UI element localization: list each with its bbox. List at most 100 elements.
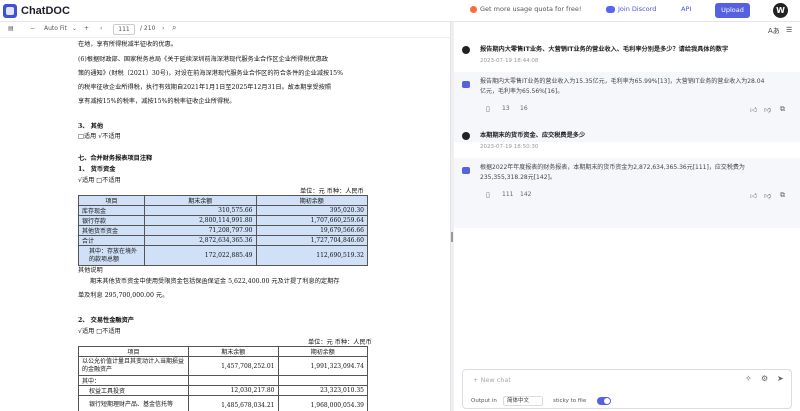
table-cell: 12,030,217.80 — [188, 385, 279, 396]
send-icon[interactable]: ➤ — [777, 374, 784, 383]
discord-icon — [606, 5, 615, 13]
table-cell: 23,323,010.35 — [277, 385, 368, 396]
doc-text: (6)根据财政部、国家税务总局《关于延续深圳前海深港现代服务业合作区企业所得税优… — [78, 56, 329, 63]
table-cell: 银行存款 — [78, 215, 145, 226]
sticky-toggle[interactable] — [597, 397, 611, 405]
page-number-input[interactable]: 111 — [113, 24, 135, 35]
search-icon[interactable]: ⌕ — [172, 23, 176, 33]
question-block: 本期期末的货币资金、应交税费是多少 2023-07-19 18:50:30 — [462, 130, 792, 160]
sticky-label: sticky to file — [553, 398, 587, 404]
table-cell: 395,020.30 — [255, 205, 368, 216]
table-cell: 1,968,000,054.39 — [277, 395, 368, 411]
gift-icon — [470, 5, 477, 13]
unit-label: 单位：元 币种：人民币 — [300, 188, 364, 195]
page-prev-icon[interactable]: ‹ — [100, 25, 102, 32]
table-cell: 310,575.66 — [144, 205, 257, 216]
user-avatar-icon — [462, 46, 470, 54]
reference-link[interactable]: 16 — [520, 105, 528, 112]
logo[interactable]: ChatDOC — [3, 4, 70, 18]
chat-toolbar: Aあ ☰ — [454, 22, 800, 40]
reference-link[interactable]: 142 — [520, 191, 531, 198]
thumbs-down-icon[interactable]: 👎︎ — [764, 191, 771, 200]
question-time: 2023-07-19 18:44:08 — [480, 58, 539, 64]
doc-text: 享有减按15%的税率，减按15%的税率征收企业所得税。 — [78, 98, 236, 105]
doc-text: 单及利息 295,700,000.00 元。 — [78, 292, 169, 299]
copy-icon[interactable]: ⧉ — [780, 191, 785, 200]
zoom-in-icon[interactable]: + — [84, 25, 89, 32]
answer-line: 根据2022年年度报表的财务报表，本期期末的货币资金为2,872,634,365… — [480, 164, 745, 171]
thumbs-up-icon[interactable]: 👍︎ — [750, 191, 757, 200]
question-time: 2023-07-19 18:50:30 — [480, 144, 539, 150]
answer-text: 根据2022年年度报表的财务报表，本期期末的货币资金为2,872,634,365… — [480, 163, 796, 183]
source-icon[interactable]: ▯ — [486, 105, 490, 113]
source-icon[interactable]: ▯ — [486, 191, 490, 199]
output-language-select[interactable]: 简体中文 — [503, 396, 543, 406]
table-cell: 其中：存放在境外的款项总额 — [78, 245, 145, 266]
chatdoc-logo-icon — [3, 4, 17, 18]
answer-block: 根据2022年年度报表的财务报表，本期期末的货币资金为2,872,634,365… — [454, 158, 800, 228]
chat-input[interactable]: + New chat ✧ ⚙ ➤ Output in 简体中文 sticky t… — [462, 369, 792, 409]
quota-link[interactable]: Get more usage quota for free! — [470, 5, 581, 13]
table-header: 期末余额 — [144, 195, 257, 206]
reference-link[interactable]: 13 — [502, 105, 510, 112]
discord-link[interactable]: Join Discord — [606, 5, 656, 13]
page-next-icon[interactable]: › — [162, 25, 164, 32]
chatdoc-answer-icon — [462, 167, 470, 174]
reference-link[interactable]: 111 — [502, 191, 513, 198]
user-avatar-icon — [462, 132, 470, 140]
table-cell: 1,707,660,259.64 — [255, 215, 368, 226]
table-cell — [188, 375, 279, 386]
resize-handle[interactable] — [451, 232, 453, 242]
page-total: / 210 — [140, 25, 156, 32]
section-heading: 2、 交易性金融资产 — [78, 317, 134, 324]
table-row: 银行存款 2,800,114,991.80 1,707,660,259.64 — [78, 215, 368, 226]
chevron-down-icon[interactable]: ⌄ — [72, 25, 77, 32]
document-viewer[interactable]: 在地，享有所得税减半征收的优惠。 (6)根据财政部、国家税务总局《关于延续深圳前… — [0, 38, 450, 411]
checkbox-text: □适用 √不适用 — [78, 133, 121, 140]
section-heading: 七、合并财务报表项目注释 — [78, 155, 153, 162]
table-cell: 以公允价值计量且其变动计入当期损益的金融资产 — [78, 356, 189, 376]
settings-icon[interactable]: ⚙ — [761, 374, 768, 383]
menu-icon[interactable]: ☰ — [786, 26, 792, 34]
thumbs-up-icon[interactable]: 👍︎ — [750, 105, 757, 114]
chatdoc-answer-icon — [462, 81, 470, 88]
thumbs-down-icon[interactable]: 👎︎ — [764, 105, 771, 114]
doc-text: 在地，享有所得税减半征收的优惠。 — [78, 41, 177, 48]
trading-assets-table: 项目 期末余额 期初余额 以公允价值计量且其变动计入当期损益的金融资产 1,457,7… — [78, 346, 368, 411]
file-icon[interactable]: ▤ — [8, 25, 14, 32]
table-row: 其中： — [78, 375, 368, 386]
table-cell: 合计 — [78, 235, 145, 246]
table-header: 期初余额 — [277, 346, 368, 357]
table-header: 项目 — [78, 346, 189, 357]
upload-button[interactable]: Upload — [715, 3, 750, 18]
quota-text: Get more usage quota for free! — [480, 5, 582, 13]
question-text: 报告期内大零售IT业务、大营销IT业务的营业收入、毛利率分别是多少？请给我具体的… — [480, 46, 729, 53]
question-text: 本期期末的货币资金、应交税费是多少 — [480, 132, 586, 139]
table-cell: 1,991,323,094.74 — [277, 356, 368, 376]
table-cell: 库存现金 — [78, 205, 145, 216]
table-row: 合计 2,872,634,365.36 1,727,704,846.60 — [78, 235, 368, 246]
answer-line: 235,355,318.28元[142]。 — [480, 174, 556, 181]
table-cell: 1,457,708,252.01 — [188, 356, 279, 376]
table-cell: 2,872,634,365.36 — [144, 235, 257, 246]
table-header: 期初余额 — [255, 195, 368, 206]
section-heading: 1、 货币资金 — [78, 166, 116, 173]
table-cell: 2,800,114,991.80 — [144, 215, 257, 226]
table-row: 库存现金 310,575.66 395,020.30 — [78, 205, 368, 216]
question-block: 报告期内大零售IT业务、大营销IT业务的营业收入、毛利率分别是多少？请给我具体的… — [462, 44, 792, 74]
table-cell: 172,022,885.49 — [144, 245, 257, 266]
document-page: 在地，享有所得税减半征收的优惠。 (6)根据财政部、国家税务总局《关于延续深圳前… — [68, 38, 413, 411]
doc-text: 期末其他货币资金中使用受限资金包括保函保证金 5,622,400.00 元及计提… — [90, 278, 340, 285]
copy-icon[interactable]: ⧉ — [780, 105, 785, 114]
answer-line: 报告期内大零售IT业务的营业收入为15.35亿元，毛利率为65.99%[13]，… — [480, 78, 765, 85]
lightbulb-icon[interactable]: ✧ — [745, 374, 752, 383]
table-header: 期末余额 — [188, 346, 279, 357]
translate-icon[interactable]: Aあ — [768, 26, 780, 36]
api-link[interactable]: API — [681, 5, 691, 13]
zoom-select[interactable]: Auto Fit — [44, 25, 67, 32]
zoom-out-icon[interactable]: − — [30, 25, 35, 32]
avatar[interactable]: W — [773, 3, 788, 18]
checkbox-text: √适用 □不适用 — [78, 328, 121, 335]
table-cell: 71,208,797.90 — [144, 225, 257, 236]
table-cell: 112,690,519.32 — [255, 245, 368, 266]
